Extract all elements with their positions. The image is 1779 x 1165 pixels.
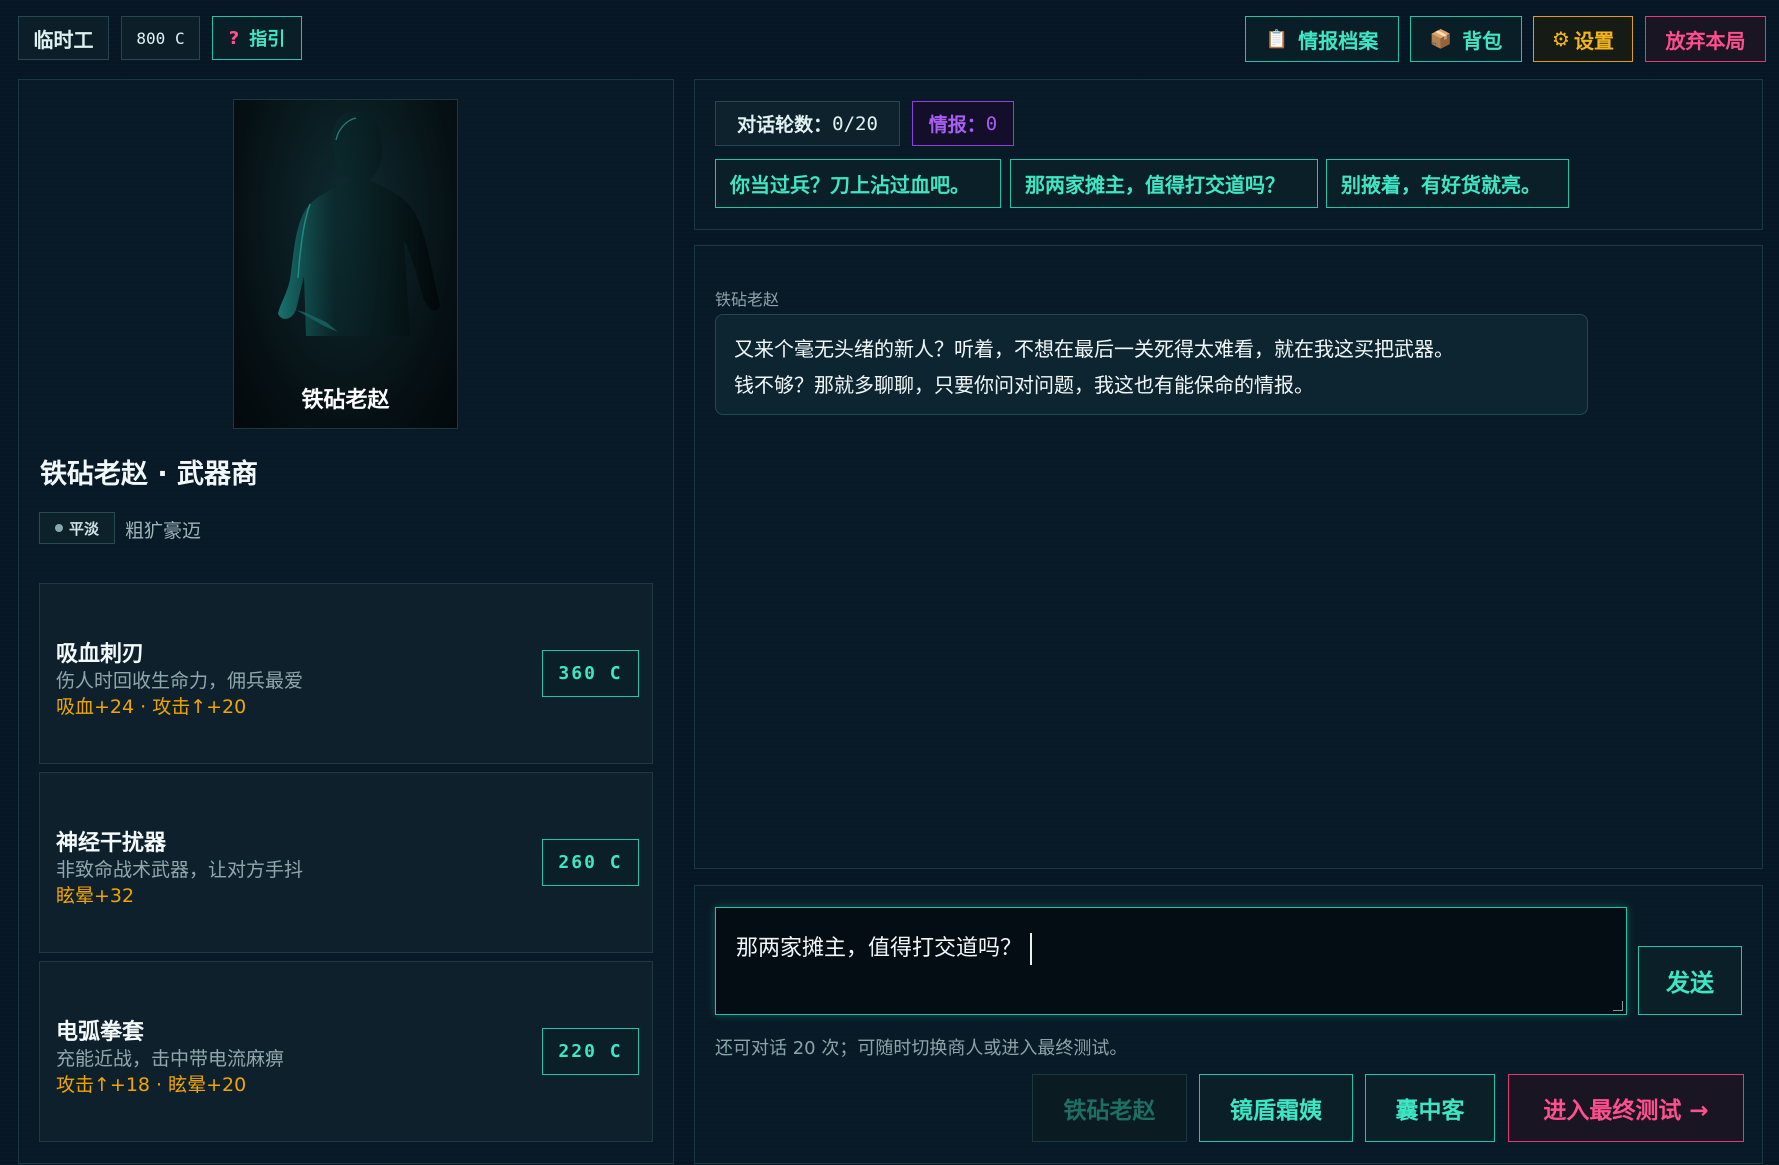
package-icon: 📦 bbox=[1429, 28, 1453, 50]
item-desc: 充能近战，击中带电流麻痹 bbox=[56, 1048, 285, 1070]
item-card[interactable]: 电弧拳套 充能近战，击中带电流麻痹 攻击↑+18 · 眩晕+20 220 C bbox=[39, 961, 653, 1142]
message-input[interactable]: 那两家摊主，值得打交道吗？ bbox=[715, 907, 1627, 1015]
item-desc: 非致命战术武器，让对方手抖 bbox=[56, 859, 304, 881]
final-test-button[interactable]: 进入最终测试 → bbox=[1508, 1074, 1744, 1142]
mood-label: 平淡 bbox=[68, 519, 99, 538]
question-icon: ? bbox=[228, 27, 240, 49]
guide-label: 指引 bbox=[249, 29, 286, 50]
quick-reply-button[interactable]: 别掖着，有好货就亮。 bbox=[1326, 159, 1569, 208]
backpack-button[interactable]: 📦 背包 bbox=[1410, 16, 1522, 62]
intel-files-button[interactable]: 📋 情报档案 bbox=[1245, 16, 1399, 62]
silhouette-image bbox=[278, 111, 440, 336]
buy-price-button[interactable]: 360 C bbox=[542, 650, 639, 697]
item-stats: 眩晕+32 bbox=[56, 885, 135, 907]
speaker-name: 铁砧老赵 bbox=[715, 290, 780, 309]
resize-handle-icon[interactable] bbox=[1613, 1001, 1623, 1011]
buy-price-button[interactable]: 220 C bbox=[542, 1028, 639, 1075]
item-name: 吸血刺刃 bbox=[56, 642, 145, 667]
item-card[interactable]: 吸血刺刃 伤人时回收生命力，佣兵最爱 吸血+24 · 攻击↑+20 360 C bbox=[39, 583, 653, 764]
npc-portrait: 铁砧老赵 bbox=[233, 99, 458, 429]
quick-reply-button[interactable]: 你当过兵？刀上沾过血吧。 bbox=[715, 159, 1001, 208]
abandon-button[interactable]: 放弃本局 bbox=[1645, 16, 1766, 62]
rounds-label: 对话轮数： bbox=[737, 114, 833, 136]
mood-tag: 平淡 bbox=[39, 512, 115, 544]
buy-price-button[interactable]: 260 C bbox=[542, 839, 639, 886]
item-stats: 吸血+24 · 攻击↑+20 bbox=[56, 696, 247, 718]
gear-icon: ⚙ bbox=[1552, 27, 1570, 51]
text-caret bbox=[1030, 933, 1033, 965]
intel-counter: 情报： 0 bbox=[912, 101, 1014, 146]
send-button[interactable]: 发送 bbox=[1638, 946, 1742, 1015]
guide-button[interactable]: ? 指引 bbox=[212, 16, 302, 60]
message-line: 钱不够？那就多聊聊，只要你问对问题，我这也有能保命的情报。 bbox=[734, 373, 1314, 397]
merchant-tab-nangzhong[interactable]: 囊中客 bbox=[1365, 1074, 1495, 1142]
item-name: 神经干扰器 bbox=[56, 831, 167, 856]
npc-message-bubble: 又来个毫无头绪的新人？听着，不想在最后一关死得太难看，就在我这买把武器。 钱不够… bbox=[715, 314, 1588, 415]
input-text: 那两家摊主，值得打交道吗？ bbox=[736, 936, 1023, 961]
clipboard-icon: 📋 bbox=[1265, 28, 1289, 50]
settings-button[interactable]: ⚙ 设置 bbox=[1533, 16, 1633, 62]
item-card[interactable]: 神经干扰器 非致命战术武器，让对方手抖 眩晕+32 260 C bbox=[39, 772, 653, 953]
rounds-value: 0/20 bbox=[832, 112, 878, 135]
intel-label: 情报： bbox=[928, 114, 986, 136]
item-name: 电弧拳套 bbox=[56, 1020, 145, 1045]
backpack-label: 背包 bbox=[1462, 28, 1503, 53]
message-line: 又来个毫无头绪的新人？听着，不想在最后一关死得太难看，就在我这买把武器。 bbox=[734, 337, 1454, 361]
npc-title: 铁砧老赵 · 武器商 bbox=[40, 459, 259, 490]
merchant-tab-jingdun[interactable]: 镜盾霜姨 bbox=[1199, 1074, 1353, 1142]
mood-dot-icon bbox=[54, 524, 63, 532]
rounds-counter: 对话轮数： 0/20 bbox=[715, 101, 900, 146]
rank-badge: 临时工 bbox=[18, 16, 109, 60]
settings-label: 设置 bbox=[1573, 28, 1614, 53]
quick-reply-button[interactable]: 那两家摊主，值得打交道吗？ bbox=[1010, 159, 1318, 208]
item-desc: 伤人时回收生命力，佣兵最爱 bbox=[56, 670, 304, 692]
merchant-tab-tiezhen[interactable]: 铁砧老赵 bbox=[1032, 1074, 1187, 1142]
intel-files-label: 情报档案 bbox=[1298, 28, 1379, 53]
intel-value: 0 bbox=[985, 112, 998, 135]
item-stats: 攻击↑+18 · 眩晕+20 bbox=[56, 1074, 247, 1096]
portrait-caption: 铁砧老赵 bbox=[301, 388, 390, 413]
remaining-hint: 还可对话 20 次；可随时切换商人或进入最终测试。 bbox=[715, 1038, 1128, 1059]
persona-label: 粗犷豪迈 bbox=[125, 520, 202, 542]
credits-display: 800 C bbox=[121, 16, 200, 60]
